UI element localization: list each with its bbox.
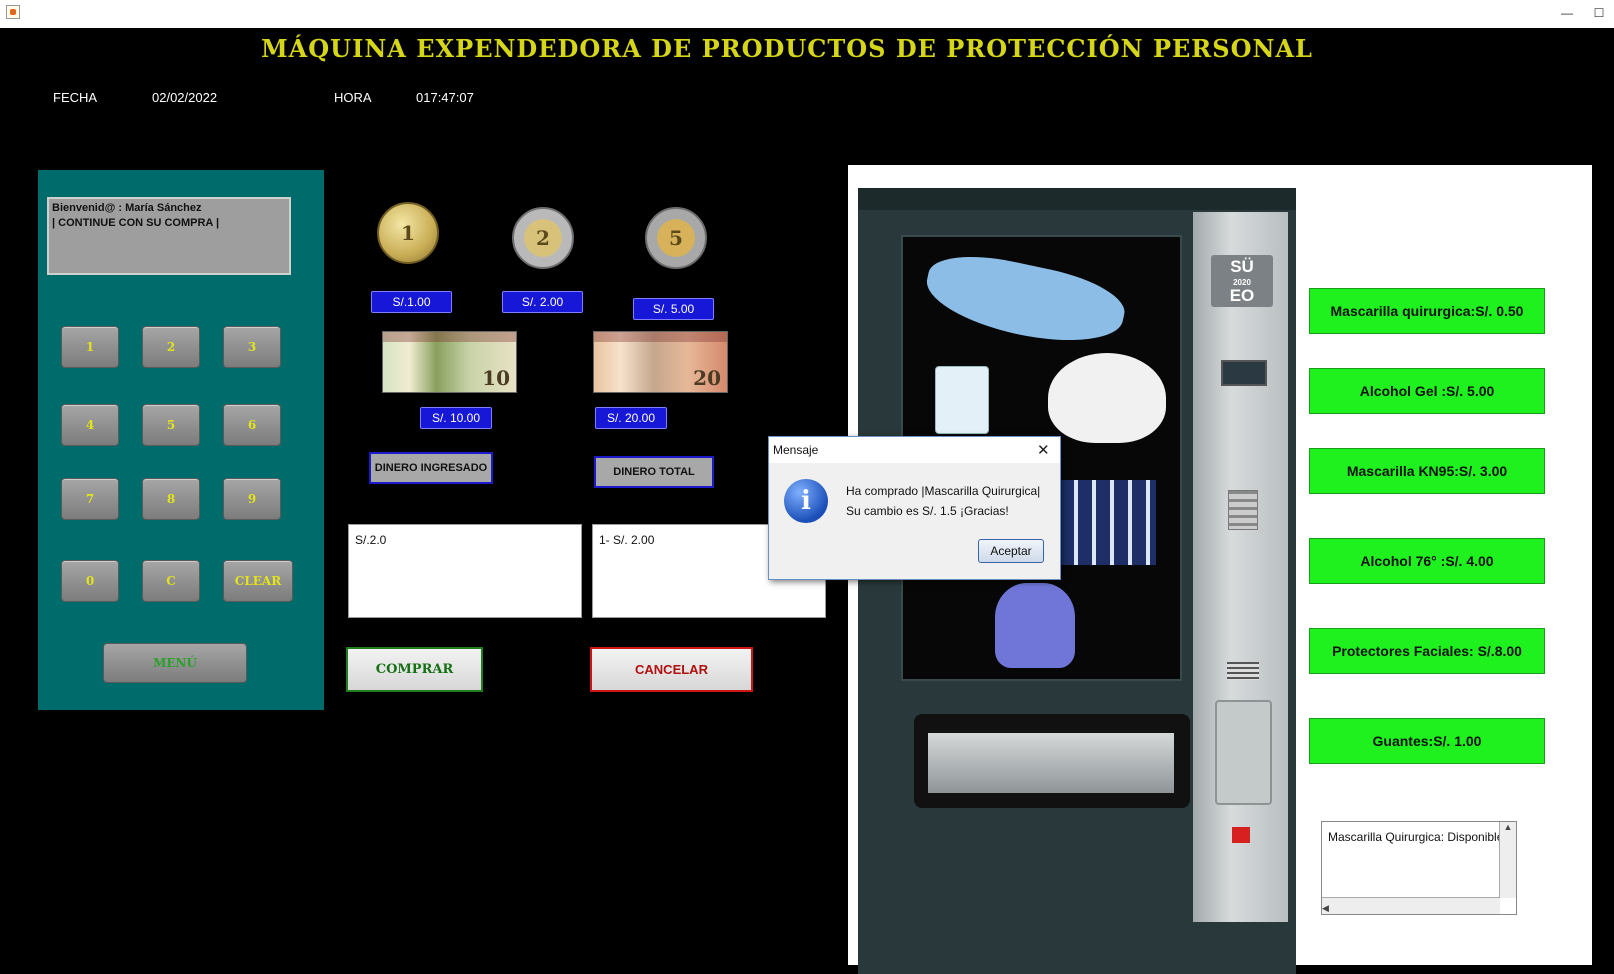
- java-app-icon: [6, 5, 20, 19]
- machine-logo: SÜ 2020 EO: [1211, 255, 1273, 307]
- app-title: MÁQUINA EXPENDEDORA DE PRODUCTOS DE PROT…: [261, 34, 1313, 63]
- dinero-total-button[interactable]: DINERO TOTAL: [594, 456, 714, 488]
- bill-10-soles-image[interactable]: 10: [382, 331, 517, 393]
- welcome-display: Bienvenid@ : María Sánchez | CONTINUE CO…: [47, 197, 291, 275]
- product-protectores-faciales-button[interactable]: Protectores Faciales: S/.8.00: [1309, 628, 1545, 674]
- product-alcohol-gel-button[interactable]: Alcohol Gel :S/. 5.00: [1309, 368, 1545, 414]
- coin-1-sol-image[interactable]: 1: [377, 202, 439, 264]
- fecha-label: FECHA: [53, 90, 98, 105]
- key-7[interactable]: 7: [61, 478, 119, 520]
- logo-top: SÜ: [1230, 257, 1254, 276]
- scroll-left-icon[interactable]: ◀: [1322, 903, 1329, 913]
- bill-20-header: [594, 332, 727, 342]
- machine-keypad: [1228, 490, 1258, 530]
- product-mascarilla-kn95-button[interactable]: Mascarilla KN95:S/. 3.00: [1309, 448, 1545, 494]
- product-guantes-button[interactable]: Guantes:S/. 1.00: [1309, 718, 1545, 764]
- dialog-title: Mensaje: [773, 443, 819, 457]
- welcome-line: Bienvenid@ : María Sánchez: [52, 202, 202, 214]
- bill-20-soles-image[interactable]: 20: [593, 331, 728, 393]
- vending-machine-top: [858, 188, 1296, 210]
- machine-side-panel: [1193, 212, 1288, 922]
- coin-5-soles-image[interactable]: 5: [645, 207, 707, 269]
- message-dialog: Mensaje ✕ i Ha comprado |Mascarilla Quir…: [768, 436, 1061, 580]
- coin-2-soles-image[interactable]: 2: [512, 207, 574, 269]
- product-alcohol-76-button[interactable]: Alcohol 76° :S/. 4.00: [1309, 538, 1545, 584]
- info-icon: i: [784, 479, 828, 523]
- coin-5-label: 5: [669, 226, 683, 250]
- bill-20-label: 20: [693, 366, 721, 390]
- dinero-ingresado-field[interactable]: S/.2.0: [348, 524, 582, 618]
- key-9[interactable]: 9: [223, 478, 281, 520]
- key-6[interactable]: 6: [223, 404, 281, 446]
- horizontal-scrollbar[interactable]: ◀: [1322, 897, 1500, 914]
- dispenser-tray-window: [928, 733, 1174, 793]
- alcohol-bottles-image: [1060, 480, 1156, 565]
- menu-button[interactable]: MENÚ: [103, 643, 247, 683]
- key-4[interactable]: 4: [61, 404, 119, 446]
- alcohol-gel-image: [935, 366, 989, 434]
- stock-item: Mascarilla Quirurgica: Disponible: [1328, 830, 1500, 844]
- key-clear[interactable]: CLEAR: [223, 560, 293, 602]
- cancelar-button[interactable]: CANCELAR: [590, 647, 753, 692]
- dialog-line-1: Ha comprado |Mascarilla Quirurgica|: [846, 484, 1041, 498]
- hora-label: HORA: [334, 90, 372, 105]
- aceptar-button[interactable]: Aceptar: [978, 539, 1044, 563]
- fecha-value: 02/02/2022: [152, 90, 218, 105]
- key-5[interactable]: 5: [142, 404, 200, 446]
- coin-2-label: 2: [536, 226, 550, 250]
- insert-2-button[interactable]: S/. 2.00: [502, 291, 583, 313]
- dinero-ingresado-button[interactable]: DINERO INGRESADO: [369, 452, 493, 484]
- stock-list[interactable]: Mascarilla Quirurgica: Disponible ▲ ◀: [1321, 821, 1517, 915]
- logo-bottom: EO: [1229, 286, 1255, 305]
- coin-1-label: 1: [401, 221, 415, 245]
- key-8[interactable]: 8: [142, 478, 200, 520]
- comprar-button[interactable]: COMPRAR: [346, 647, 483, 692]
- key-3[interactable]: 3: [223, 326, 281, 368]
- maximize-icon[interactable]: ☐: [1586, 4, 1612, 22]
- window-titlebar: — ☐: [0, 0, 1614, 28]
- hora-value: 017:47:07: [416, 90, 474, 105]
- minimize-icon[interactable]: —: [1554, 4, 1580, 22]
- insert-20-button[interactable]: S/. 20.00: [595, 407, 667, 429]
- key-1[interactable]: 1: [61, 326, 119, 368]
- key-c[interactable]: C: [142, 560, 200, 602]
- gloves-image: [995, 583, 1075, 668]
- coin-slot: [1227, 662, 1259, 680]
- product-mascarilla-quirurgica-button[interactable]: Mascarilla quirurgica:S/. 0.50: [1309, 288, 1545, 334]
- key-2[interactable]: 2: [142, 326, 200, 368]
- machine-lcd: [1221, 360, 1267, 386]
- bill-10-label: 10: [482, 366, 510, 390]
- dialog-message: Ha comprado |Mascarilla Quirurgica| Su c…: [846, 481, 1040, 521]
- continue-line: | CONTINUE CON SU COMPRA |: [52, 217, 220, 229]
- vertical-scrollbar[interactable]: ▲: [1499, 822, 1516, 898]
- dialog-titlebar: Mensaje ✕: [769, 437, 1060, 463]
- insert-10-button[interactable]: S/. 10.00: [420, 407, 492, 429]
- kn95-mask-image: [1048, 353, 1166, 443]
- dialog-line-2: Su cambio es S/. 1.5 ¡Gracias!: [846, 504, 1009, 518]
- brand-mark: [1232, 827, 1250, 843]
- insert-1-button[interactable]: S/.1.00: [371, 291, 452, 313]
- close-icon[interactable]: ✕: [1037, 441, 1050, 459]
- scroll-up-icon[interactable]: ▲: [1500, 822, 1516, 832]
- insert-5-button[interactable]: S/. 5.00: [633, 298, 714, 320]
- key-0[interactable]: 0: [61, 560, 119, 602]
- coin-return: [1215, 700, 1272, 805]
- bill-10-header: [383, 332, 516, 342]
